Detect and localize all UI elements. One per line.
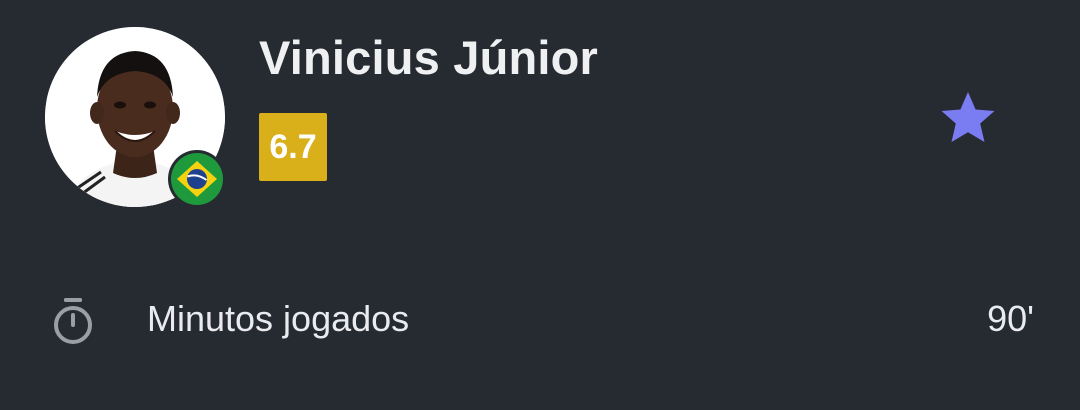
rating-badge: 6.7 <box>259 113 327 181</box>
brazil-flag-icon <box>168 150 226 208</box>
stat-value: 90' <box>987 298 1034 339</box>
player-avatar[interactable] <box>45 27 226 208</box>
player-name: Vinicius Júnior <box>259 31 599 84</box>
stat-label: Minutos jogados <box>147 298 410 339</box>
star-icon[interactable] <box>938 88 998 148</box>
stat-row-minutes: Minutos jogados 90' <box>0 280 1080 360</box>
stopwatch-icon <box>50 296 96 346</box>
player-header-card: Vinicius Júnior 6.7 Minutos jogados 90' <box>0 0 1080 410</box>
